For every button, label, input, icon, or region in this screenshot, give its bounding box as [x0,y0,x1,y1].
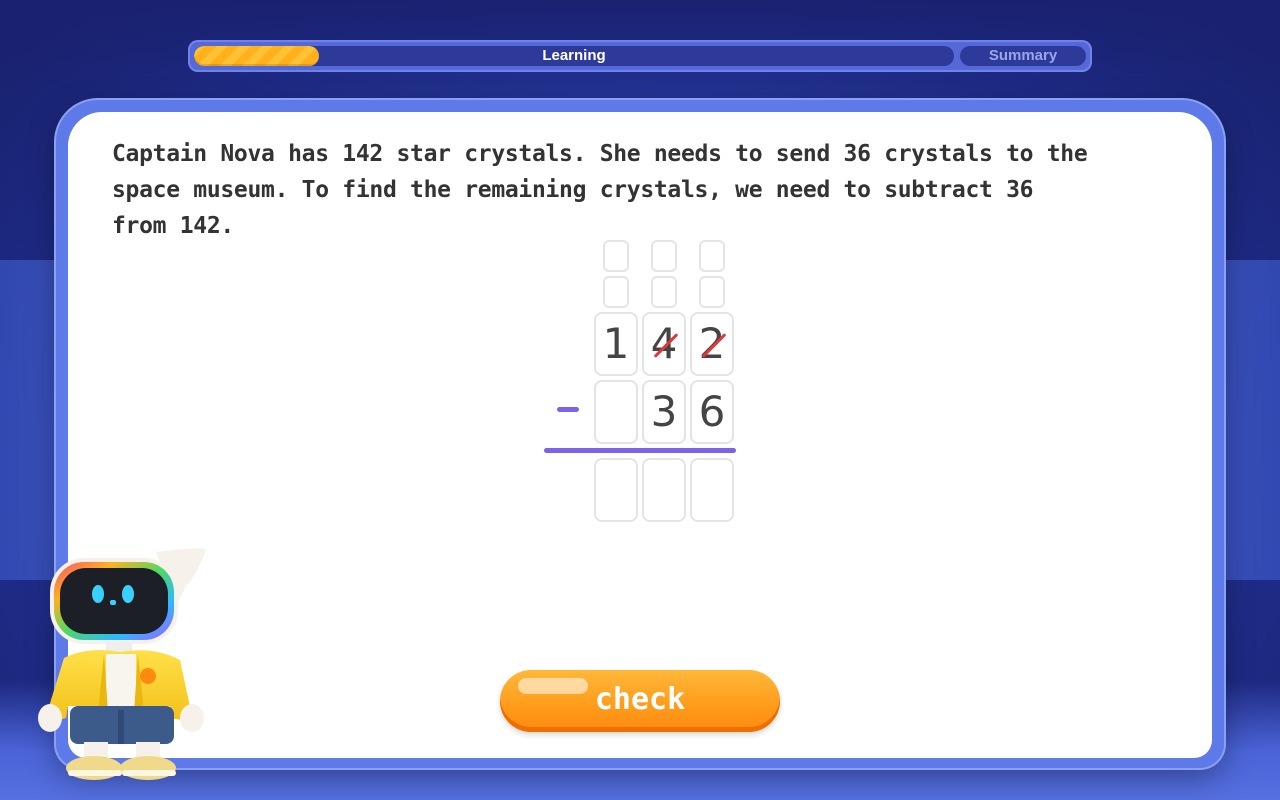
answer-cell-hundreds[interactable] [594,458,638,522]
progress-label-learning: Learning [542,47,606,64]
minuend-digit-tens[interactable]: 4 [642,312,686,376]
button-gloss [518,678,588,694]
subtrahend-digit-ones: 6 [690,380,734,444]
minuend-digit-hundreds: 1 [594,312,638,376]
subtrahend-digit-hundreds [594,380,638,444]
background-panel-left [0,260,60,580]
lesson-progress-bar: Learning Summary [188,40,1092,72]
background-panel-right [1220,260,1280,580]
subtrahend-digit-tens: 3 [642,380,686,444]
borrow-cell-hundreds-1[interactable] [603,240,629,272]
check-button[interactable]: check [500,670,780,732]
subtrahend-digit-tens-text: 3 [650,387,678,436]
minuend-digit-hundreds-text: 1 [602,319,630,368]
answer-cell-ones[interactable] [690,458,734,522]
check-button-label: check [594,681,686,717]
result-line [544,448,736,453]
answer-cell-tens[interactable] [642,458,686,522]
borrow-cell-tens-2[interactable] [651,276,677,308]
robot-mascot-icon [38,548,206,780]
minuend-digit-ones[interactable]: 2 [690,312,734,376]
borrow-cell-ones-2[interactable] [699,276,725,308]
question-text: Captain Nova has 142 star crystals. She … [112,141,1088,239]
borrow-cell-hundreds-2[interactable] [603,276,629,308]
borrow-cell-ones-1[interactable] [699,240,725,272]
progress-label-summary: Summary [960,46,1086,66]
progress-track: Learning [194,46,954,66]
minus-sign [557,407,579,412]
subtrahend-digit-ones-text: 6 [698,387,726,436]
borrow-cell-tens-1[interactable] [651,240,677,272]
